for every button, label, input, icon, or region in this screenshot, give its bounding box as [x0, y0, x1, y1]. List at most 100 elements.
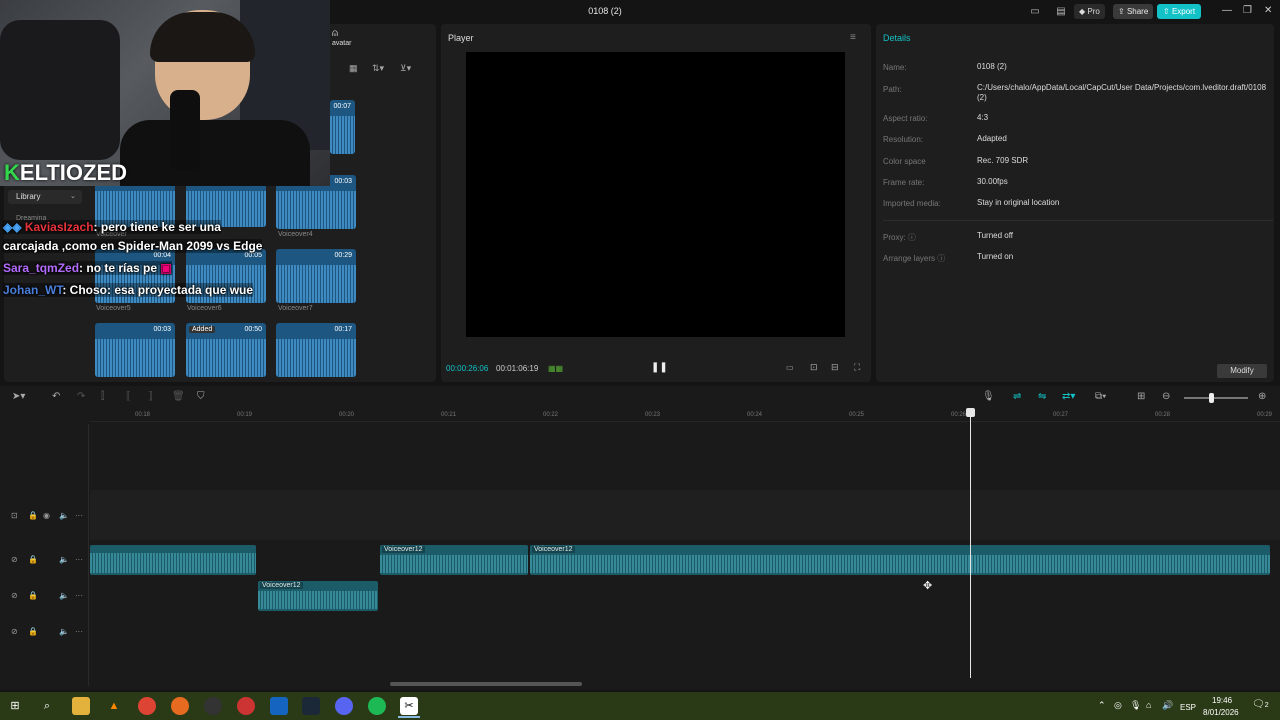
audio-clip[interactable] [90, 545, 256, 575]
firefox-icon[interactable] [171, 697, 189, 715]
library-dropdown[interactable]: Library ⌄ [8, 190, 82, 204]
notification-icon[interactable]: 🗨2 [1252, 699, 1269, 710]
obs-icon[interactable] [204, 697, 222, 715]
fit-icon[interactable]: ⊡ [810, 362, 818, 373]
avatar-tab-label[interactable]: avatar [332, 40, 351, 47]
lock-icon[interactable]: 🔒 [28, 627, 38, 636]
caption-icon[interactable]: ⊞ [1137, 391, 1145, 402]
more-icon[interactable]: ··· [75, 511, 83, 520]
menu-icon[interactable]: ≡ [850, 32, 856, 43]
more-icon[interactable]: ··· [75, 591, 83, 600]
network-icon[interactable]: ⌂ [1146, 700, 1151, 710]
volume-icon[interactable]: 🔊 [1162, 700, 1173, 711]
media-thumb[interactable]: 00:29 [276, 249, 356, 303]
discord-icon[interactable] [335, 697, 353, 715]
close-icon[interactable]: ✕ [1264, 5, 1272, 16]
minimize-icon[interactable]: — [1222, 5, 1232, 16]
app-icon[interactable] [237, 697, 255, 715]
current-time: 00:00:26:06 [446, 364, 489, 373]
lock-icon[interactable]: 🔒 [28, 591, 38, 600]
audio-clip[interactable]: Voiceover12 [380, 545, 528, 575]
vlc-icon[interactable]: ▲ [105, 697, 123, 715]
trim-right-icon[interactable]: ⟧ [148, 391, 153, 402]
audio-icon[interactable]: 🔈 [59, 555, 69, 564]
file-explorer-icon[interactable] [72, 697, 90, 715]
avatar-icon[interactable]: ⍝ [332, 28, 338, 39]
playhead-handle[interactable] [966, 408, 975, 417]
audio-clip[interactable]: Voiceover12 [258, 581, 378, 611]
playhead[interactable] [970, 408, 971, 678]
main-track[interactable] [90, 490, 1280, 540]
move-cursor-icon: ✥ [923, 580, 933, 592]
select-tool-icon[interactable]: ➤▾ [12, 391, 25, 402]
preview-axis-icon[interactable]: ⧉▾ [1095, 391, 1106, 402]
export-button[interactable]: ⇧ Export [1157, 4, 1202, 19]
chrome-icon[interactable] [138, 697, 156, 715]
ruler-tick: 00:21 [441, 412, 457, 418]
delete-icon[interactable]: 🗑 [172, 391, 185, 402]
pause-icon[interactable]: ❚❚ [651, 362, 668, 373]
windows-start-icon[interactable]: ⊞ [6, 697, 24, 715]
fullscreen-icon[interactable]: ⛶ [854, 362, 860, 373]
layout-icon[interactable]: ▭ [1028, 5, 1042, 19]
marker-icon[interactable]: ⛉ [197, 391, 205, 402]
audio-meter-icon: ▦▦ [548, 364, 564, 373]
time-ruler[interactable] [90, 408, 1280, 422]
clock-date[interactable]: 8/01/2026 [1203, 708, 1239, 717]
cover-icon[interactable]: ⊡ [11, 511, 18, 520]
trim-left-icon[interactable]: ⟦ [126, 391, 131, 402]
microphone-icon[interactable]: 🎙 [1130, 700, 1141, 711]
media-thumb[interactable]: 00:03 [95, 323, 175, 377]
quality-icon[interactable]: ▭ [786, 363, 794, 372]
capcut-icon[interactable]: ✂ [400, 697, 418, 715]
media-thumb[interactable]: Added 00:50 [186, 323, 266, 377]
share-button[interactable]: ⇪ Share [1113, 4, 1154, 19]
audio-icon[interactable]: 🔈 [59, 591, 69, 600]
menu-icon[interactable]: ▤ [1054, 5, 1068, 19]
search-icon[interactable]: ⌕ [38, 697, 56, 715]
filter-icon[interactable]: ⊻▾ [400, 63, 411, 74]
details-title: Details [883, 33, 911, 43]
audio-icon[interactable]: 🔈 [59, 511, 69, 520]
grid-view-icon[interactable]: ▦ [349, 63, 358, 74]
microphone-icon[interactable]: 🎙 [982, 391, 995, 402]
zoom-out-icon[interactable]: ⊖ [1162, 391, 1170, 402]
link-icon[interactable]: ⇌ [1013, 391, 1021, 402]
spotify-icon[interactable] [368, 697, 386, 715]
language-indicator[interactable]: ESP [1180, 703, 1196, 712]
info-icon[interactable]: ⓘ [937, 254, 945, 263]
snap-icon[interactable]: ⇋ [1038, 391, 1046, 402]
tray-icon[interactable]: ◎ [1114, 700, 1122, 711]
media-thumb[interactable]: 00:07 [330, 100, 355, 154]
more-icon[interactable]: ··· [75, 555, 83, 564]
modify-button[interactable]: Modify [1217, 364, 1267, 378]
split-icon[interactable]: ⫿ [101, 391, 104, 402]
undo-icon[interactable]: ↶ [52, 391, 60, 402]
app-icon[interactable] [270, 697, 288, 715]
lock-icon[interactable]: 🔒 [28, 511, 38, 520]
zoom-slider-handle[interactable] [1209, 393, 1214, 403]
eye-icon[interactable]: ◉ [43, 511, 50, 520]
redo-icon[interactable]: ↷ [77, 391, 85, 402]
more-icon[interactable]: ··· [75, 627, 83, 636]
zoom-slider[interactable] [1184, 397, 1248, 399]
ruler-tick: 00:29 [1257, 412, 1273, 418]
active-app-indicator [398, 716, 420, 718]
restore-icon[interactable]: ❐ [1243, 5, 1252, 16]
audio-icon[interactable]: 🔈 [59, 627, 69, 636]
ratio-icon[interactable]: ⊟ [831, 362, 839, 373]
info-icon[interactable]: ⓘ [908, 233, 916, 242]
pro-button[interactable]: ◆ Pro [1074, 4, 1105, 19]
video-preview[interactable] [466, 52, 845, 337]
lock-icon[interactable]: 🔒 [28, 555, 38, 564]
linkage-icon[interactable]: ⇄▾ [1062, 391, 1075, 402]
steam-icon[interactable] [302, 697, 320, 715]
audio-clip[interactable]: Voiceover12 [530, 545, 1270, 575]
clock-time[interactable]: 19:46 [1212, 696, 1232, 705]
sort-icon[interactable]: ⇅▾ [372, 63, 384, 74]
media-thumb[interactable]: 00:17 [276, 323, 356, 377]
chevron-up-icon[interactable]: ⌃ [1098, 700, 1106, 711]
chat-message: Johan_WT: Choso: esa proyectada que wue [3, 283, 254, 297]
zoom-in-icon[interactable]: ⊕ [1258, 391, 1266, 402]
horizontal-scrollbar[interactable] [390, 682, 582, 686]
